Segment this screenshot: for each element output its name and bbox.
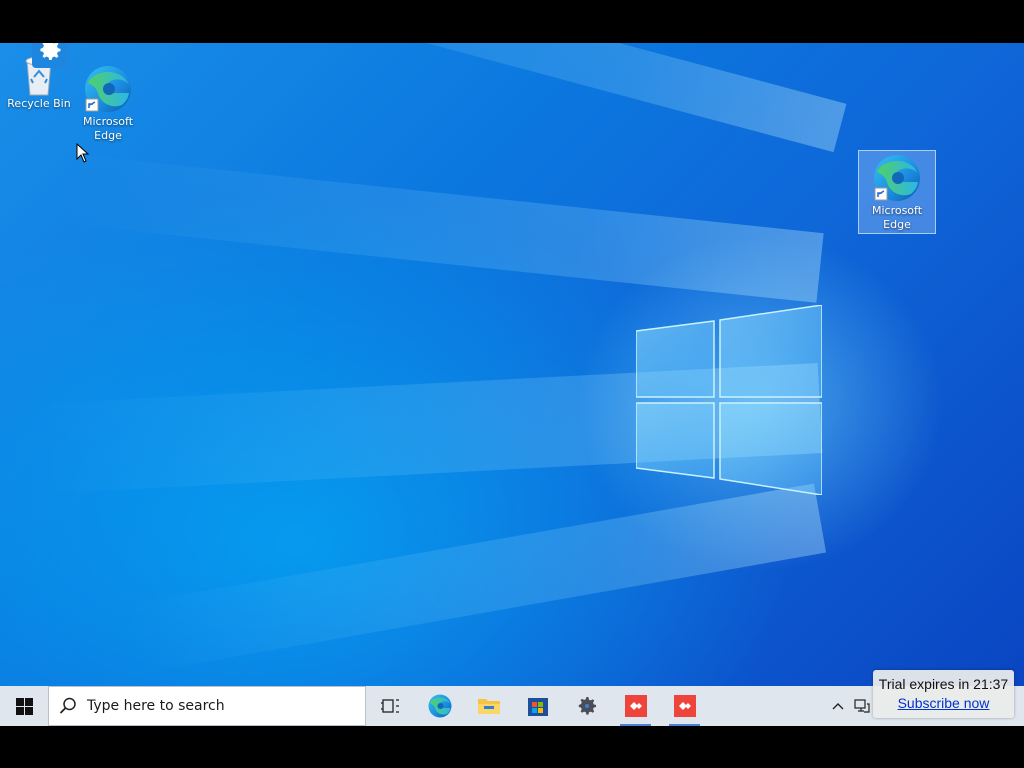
screen: Recycle Bin Microsoft Edge Microsoft Edg…	[0, 0, 1024, 768]
desktop[interactable]: Recycle Bin Microsoft Edge Microsoft Edg…	[0, 43, 1024, 686]
store-icon	[527, 698, 548, 716]
trial-expiry-text: Trial expires in 21:37	[878, 676, 1009, 692]
mouse-cursor-icon	[76, 143, 90, 163]
taskbar: Type here to search	[0, 686, 1024, 726]
windows-start-icon	[15, 697, 33, 715]
gear-icon	[578, 697, 596, 715]
taskbar-task-view[interactable]	[366, 686, 415, 726]
taskbar-edge[interactable]	[415, 686, 464, 726]
start-button[interactable]	[0, 686, 48, 726]
anydesk-icon	[624, 695, 647, 717]
windows-logo	[636, 305, 822, 495]
desktop-icon-edge-selected[interactable]: Microsoft Edge	[858, 150, 936, 234]
edge-icon	[874, 155, 920, 201]
taskbar-file-explorer[interactable]	[464, 686, 513, 726]
anydesk-icon	[673, 695, 696, 717]
desktop-icon-label: Microsoft Edge	[871, 204, 923, 231]
taskbar-anydesk-1[interactable]	[611, 686, 660, 726]
network-tray-button[interactable]	[850, 686, 874, 726]
subscribe-now-link[interactable]: Subscribe now	[873, 695, 1014, 711]
network-icon	[854, 699, 870, 713]
settings-gear-icon[interactable]	[32, 43, 68, 68]
edge-icon	[428, 694, 451, 718]
light-beam	[60, 153, 824, 303]
folder-icon	[477, 699, 500, 714]
desktop-icon-label: Recycle Bin	[7, 97, 71, 110]
search-icon	[49, 697, 87, 715]
desktop-icon-label: Microsoft Edge	[82, 115, 134, 142]
task-view-icon	[380, 699, 399, 713]
desktop-icon-edge[interactable]: Microsoft Edge	[72, 63, 144, 143]
taskbar-settings[interactable]	[562, 686, 611, 726]
show-hidden-icons-button[interactable]	[826, 686, 850, 726]
edge-icon	[85, 66, 131, 112]
taskbar-store[interactable]	[513, 686, 562, 726]
taskbar-anydesk-2[interactable]	[660, 686, 709, 726]
chevron-up-icon	[832, 703, 844, 710]
taskbar-search-box[interactable]: Type here to search	[48, 686, 366, 726]
light-beam	[157, 43, 847, 153]
search-placeholder: Type here to search	[87, 698, 225, 714]
light-beam	[124, 483, 827, 675]
trial-expiry-popup: Trial expires in 21:37 Subscribe now	[873, 670, 1014, 718]
